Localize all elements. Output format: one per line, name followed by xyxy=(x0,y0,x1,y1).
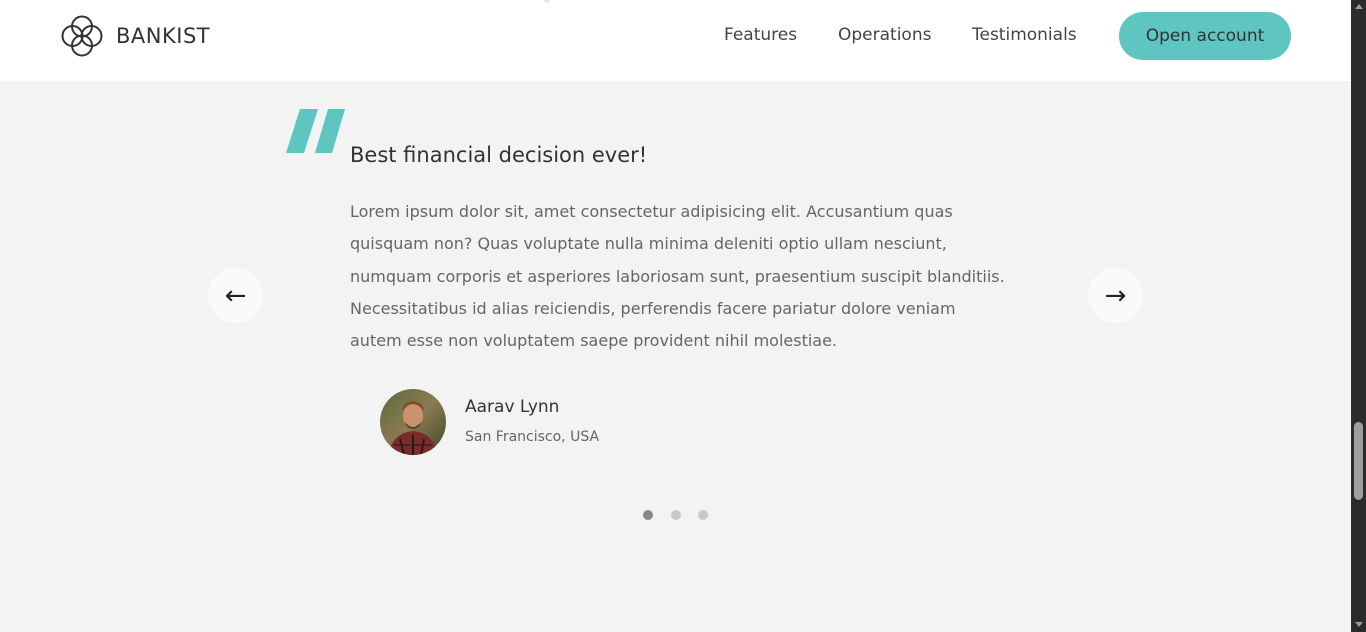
testimonial-title: Best financial decision ever! xyxy=(350,143,648,167)
testimonial-text: Lorem ipsum dolor sit, amet consectetur … xyxy=(350,202,1005,351)
nav-link-operations[interactable]: Operations xyxy=(838,25,931,45)
author-avatar xyxy=(380,389,446,455)
slider-prev-button[interactable]: ← xyxy=(208,268,263,323)
scroll-thumb[interactable] xyxy=(1354,422,1363,500)
scroll-down-icon[interactable] xyxy=(1355,622,1363,627)
open-account-button[interactable]: Open account xyxy=(1119,12,1291,60)
slider-dot-2[interactable] xyxy=(670,510,681,520)
slider-dot-1[interactable] xyxy=(643,510,653,520)
author-name: Aarav Lynn xyxy=(465,397,560,417)
quote-mark-icon xyxy=(286,108,348,158)
logo[interactable]: BANKIST xyxy=(59,13,210,59)
vertical-scrollbar[interactable] xyxy=(1351,0,1366,632)
scroll-up-icon[interactable] xyxy=(1355,4,1363,9)
slider-dot-3[interactable] xyxy=(698,510,708,520)
nav-link-features[interactable]: Features xyxy=(724,25,797,45)
slider-dots xyxy=(643,510,726,520)
four-circles-logo-icon xyxy=(61,15,103,57)
logo-text: BANKIST xyxy=(116,24,211,48)
nav-link-testimonials[interactable]: Testimonials xyxy=(972,25,1077,45)
arrow-left-icon: ← xyxy=(224,280,247,311)
author-location: San Francisco, USA xyxy=(465,429,600,445)
slider-next-button[interactable]: → xyxy=(1088,268,1143,323)
arrow-right-icon: → xyxy=(1104,280,1127,311)
top-navigation: BANKIST Features Operations Testimonials… xyxy=(0,0,1351,81)
